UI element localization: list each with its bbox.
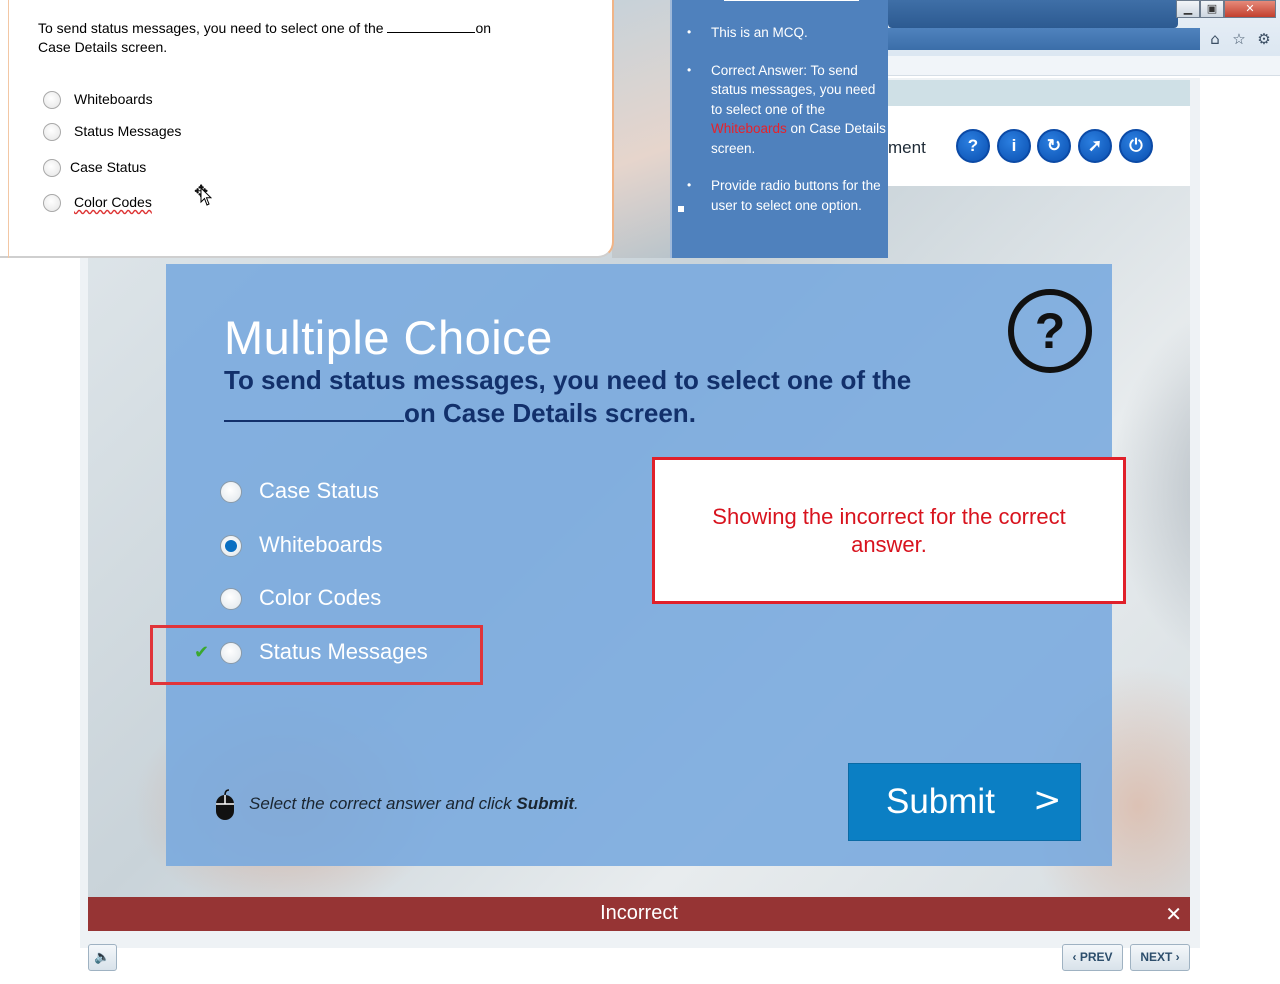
power-button[interactable]: ⏻	[1119, 129, 1153, 163]
doc-option-label: Case Status	[70, 159, 147, 175]
answer-blank	[224, 400, 404, 422]
notes-item: This is an MCQ.	[687, 23, 887, 43]
home-icon[interactable]: ⌂	[1206, 30, 1224, 48]
address-bar[interactable]	[888, 28, 1200, 50]
help-button[interactable]: ?	[956, 129, 990, 163]
doc-option-label: Color Codes	[74, 194, 152, 210]
prev-label: PREV	[1079, 950, 1113, 964]
instruction-text: Select the correct answer and click Subm…	[249, 794, 579, 813]
question-mark-icon: ?	[1008, 289, 1092, 373]
minimize-button[interactable]: ▁	[1176, 0, 1200, 18]
question-text: To send status messages, you need to sel…	[224, 365, 912, 428]
feedback-text: Incorrect	[600, 902, 678, 924]
radio-button[interactable]	[220, 481, 242, 503]
page-edge	[8, 0, 9, 258]
doc-answer-blank	[387, 21, 476, 33]
doc-option-label: Status Messages	[74, 123, 182, 139]
svg-text:?: ?	[1035, 303, 1066, 359]
doc-radio-button[interactable]	[43, 123, 61, 141]
feedback-bar: Incorrect ✕	[88, 897, 1190, 931]
resize-handle[interactable]	[678, 206, 684, 212]
annotation-note: Showing the incorrect for the correct an…	[652, 457, 1126, 604]
radio-button[interactable]	[220, 588, 242, 610]
notes-list: This is an MCQ. Correct Answer: To send …	[687, 23, 887, 233]
browser-command-bar	[888, 56, 1280, 76]
course-title: ment	[888, 138, 926, 157]
browser-tab-strip	[888, 0, 1178, 28]
annotation-note-text: Showing the incorrect for the correct an…	[712, 503, 1066, 557]
doc-question-text: To send status messages, you need to sel…	[38, 20, 492, 55]
chevron-left-icon: ‹	[1072, 950, 1077, 964]
next-button[interactable]: NEXT ›	[1130, 944, 1190, 971]
close-window-button[interactable]: ✕	[1224, 0, 1276, 18]
gear-icon[interactable]: ⚙	[1255, 30, 1273, 48]
notes-item: Provide radio buttons for the user to se…	[687, 176, 887, 215]
option-label: Color Codes	[259, 585, 382, 610]
notes-divider	[724, 0, 859, 1]
mouse-icon	[216, 789, 234, 820]
option-label: Case Status	[259, 478, 379, 503]
background-photo-strip	[612, 0, 672, 258]
star-icon[interactable]: ☆	[1230, 30, 1248, 48]
doc-radio-button[interactable]	[43, 159, 61, 177]
doc-option-label: Whiteboards	[74, 91, 153, 107]
close-icon[interactable]: ✕	[1165, 902, 1182, 926]
correct-answer-highlight	[150, 625, 483, 685]
option-label: Whiteboards	[259, 532, 383, 557]
storyboard-document: To send status messages, you need to sel…	[0, 0, 614, 258]
doc-radio-button[interactable]	[43, 91, 61, 109]
chevron-right-icon: >	[1033, 780, 1062, 820]
notes-item: Correct Answer: To send status messages,…	[687, 61, 887, 159]
mouse-pointer-icon	[200, 187, 212, 206]
highlighted-answer: Whiteboards	[711, 121, 787, 136]
compass-button[interactable]: ➚	[1078, 129, 1112, 163]
doc-radio-button[interactable]	[43, 194, 61, 212]
slide-title: Multiple Choice	[224, 311, 553, 364]
submit-button[interactable]: Submit >	[848, 763, 1081, 841]
next-label: NEXT	[1140, 950, 1173, 964]
audio-toggle-button[interactable]: 🔈	[88, 944, 117, 971]
submit-label: Submit	[886, 782, 995, 821]
storyboard-notes: This is an MCQ. Correct Answer: To send …	[670, 0, 888, 258]
chevron-right-icon: ›	[1175, 950, 1180, 964]
info-button[interactable]: i	[997, 129, 1031, 163]
restart-button[interactable]: ↻	[1037, 129, 1071, 163]
maximize-button[interactable]: ▣	[1200, 0, 1224, 18]
prev-button[interactable]: ‹ PREV	[1062, 944, 1123, 971]
radio-button-selected[interactable]	[220, 535, 242, 557]
